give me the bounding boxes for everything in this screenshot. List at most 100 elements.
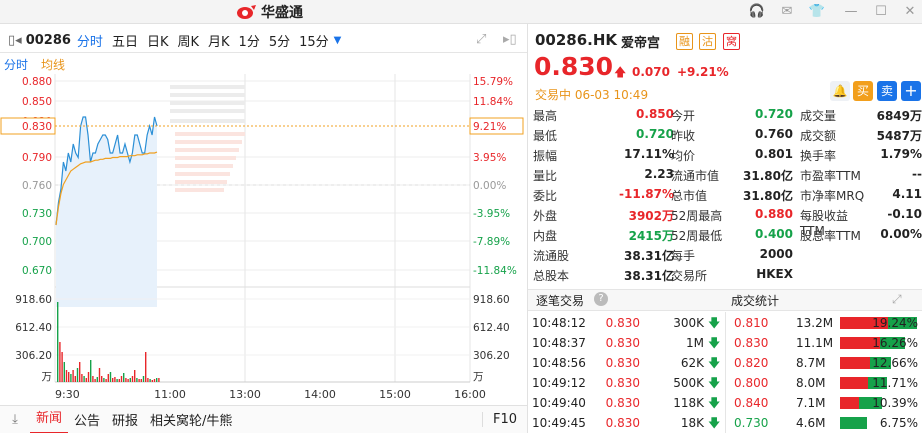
price-area (56, 117, 157, 307)
stat-value: 0.00% (880, 227, 922, 241)
stat-value: -0.10 (887, 207, 922, 221)
volstat-bar: 19.24% (840, 316, 920, 330)
help-icon[interactable]: ? (594, 292, 608, 306)
maximize-icon[interactable]: ☐ (872, 3, 890, 21)
volume-bar (127, 379, 129, 382)
book-bar (175, 140, 242, 144)
trade-price: 0.830 (605, 316, 640, 330)
tab-announcements[interactable]: 公告 (68, 410, 106, 429)
volume-bar (101, 376, 103, 382)
stat-label: 换手率 (800, 149, 837, 163)
stat-label: 振幅 (533, 149, 558, 163)
vol-tick-label: 306.20 (473, 350, 510, 362)
stat-value: 6849万 (876, 109, 922, 123)
trade-volume: 500K (673, 376, 704, 390)
stat-value: 0.850 (636, 107, 674, 121)
volume-bar (120, 376, 123, 382)
stat-value: 17.11% (624, 147, 674, 161)
y-tick-pct: 11.84% (473, 96, 513, 108)
logo-icon (237, 5, 256, 19)
volume-bar (96, 377, 98, 382)
stat-value: -11.87% (619, 187, 674, 201)
trade-volume: 118K (673, 396, 704, 410)
volstat-volume: 13.2M (796, 316, 834, 330)
volstat-row: 0.800 8.0M 11.71% (734, 373, 920, 393)
trade-price: 0.830 (605, 396, 640, 410)
vol-tick-label: 万 (473, 371, 484, 383)
volume-bar (140, 379, 142, 382)
headset-icon[interactable]: 🎧 (748, 3, 766, 21)
stat-label: 最低 (533, 129, 558, 143)
volstat-row: 0.820 8.7M 12.66% (734, 353, 920, 373)
volume-bar (142, 376, 145, 382)
stat-value: 2.23 (644, 167, 674, 181)
tab-research[interactable]: 研报 (106, 410, 144, 429)
mail-icon[interactable]: ✉ (778, 3, 796, 21)
tab-5day[interactable]: 五日 (112, 31, 138, 50)
fullscreen-icon[interactable]: ⤢ (476, 32, 486, 47)
bell-icon[interactable]: 🔔 (830, 81, 850, 101)
stat-label: 成交量 (800, 109, 837, 123)
volstat-volume: 11.1M (796, 336, 834, 350)
f10-button[interactable]: F10 (481, 412, 527, 427)
app-logo: 华盛通 (236, 2, 303, 22)
chevron-down-icon[interactable]: ▼ (334, 35, 342, 46)
add-button[interactable]: + (901, 81, 921, 101)
stat-label: 每手 (671, 249, 696, 263)
close-icon[interactable]: ✕ (901, 3, 919, 21)
arrow-down-icon: 🡇 (708, 396, 721, 410)
vol-tick-label: 306.20 (15, 350, 52, 362)
tab-5min[interactable]: 5分 (269, 31, 290, 50)
volume-bar (74, 376, 76, 382)
volume-bar (125, 378, 127, 382)
tab-1min[interactable]: 1分 (239, 31, 260, 50)
volume-bar (92, 376, 94, 382)
volume-bar (61, 352, 63, 382)
trading-status: 交易中 06-03 10:49 (535, 88, 649, 102)
stat-value: -- (912, 167, 922, 181)
tab-daily[interactable]: 日K (147, 31, 169, 50)
collapse-right-icon[interactable]: ▸▯ (503, 32, 517, 47)
tab-weekly[interactable]: 周K (177, 31, 199, 50)
vol-tick-label: 612.40 (15, 322, 52, 334)
y-tick-pct: -7.89% (473, 236, 510, 248)
volstat-bar: 11.71% (840, 376, 920, 390)
sell-button[interactable]: 卖 (877, 81, 897, 101)
collapse-left-icon[interactable]: ▯◂ (8, 33, 22, 48)
arrow-up-icon: 🡅 (614, 65, 627, 79)
book-bar (175, 188, 224, 192)
x-tick-label: 14:00 (304, 388, 336, 401)
stat-value: 38.31亿 (624, 269, 674, 283)
volume-bar (118, 379, 120, 382)
tab-monthly[interactable]: 月K (208, 31, 230, 50)
trade-price: 0.830 (605, 376, 640, 390)
shirt-icon[interactable]: 👕 (808, 3, 826, 21)
stat-label: 成交额 (800, 129, 837, 143)
intraday-chart[interactable]: 0.880 0.850 0.830 0.790 0.760 0.730 0.700 0.670… (0, 52, 527, 407)
logo-text: 华盛通 (261, 5, 303, 21)
book-bar (170, 85, 245, 89)
volume-bar (136, 378, 138, 382)
expand-icon[interactable]: ⤢ (892, 292, 902, 307)
volume-bar (158, 378, 160, 382)
y-tick-label: 0.760 (22, 180, 52, 192)
stat-value: 31.80亿 (743, 189, 793, 203)
trade-volume: 300K (673, 316, 704, 330)
x-tick-label: 16:00 (454, 388, 486, 401)
buy-button[interactable]: 买 (853, 81, 873, 101)
tab-news[interactable]: 新闻 (30, 406, 69, 433)
y-tick-label: 0.700 (22, 236, 52, 248)
download-icon[interactable]: ⤓ (0, 412, 30, 427)
tab-warrants[interactable]: 相关窝轮/牛熊 (144, 410, 238, 429)
volstat-price: 0.730 (734, 416, 769, 430)
minimize-icon[interactable]: — (842, 3, 860, 21)
volstat-volume: 8.7M (796, 356, 826, 370)
badge-margin: 融 (676, 33, 693, 50)
tab-intraday[interactable]: 分时 (77, 31, 103, 50)
tab-15min[interactable]: 15分 (299, 31, 329, 50)
stat-label: 量比 (533, 169, 558, 183)
volume-bar (76, 368, 79, 382)
volume-bar (105, 379, 107, 382)
stat-label: 市净率MRQ (800, 189, 865, 203)
book-bar (175, 132, 245, 136)
